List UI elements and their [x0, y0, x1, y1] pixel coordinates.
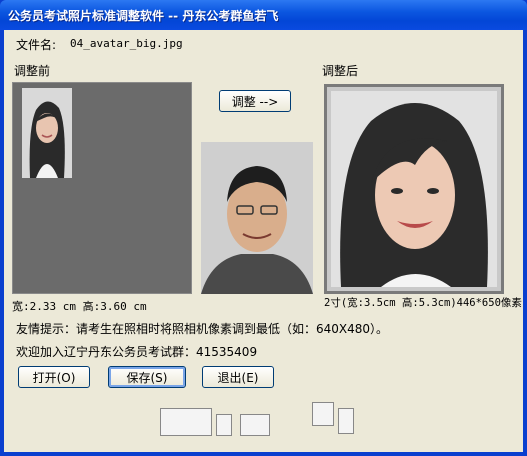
file-label: 文件名:: [16, 38, 57, 52]
page-icon: [216, 414, 232, 436]
after-label: 调整后: [322, 64, 359, 78]
before-thumbnail: [22, 88, 72, 178]
open-button[interactable]: 打开(O): [18, 366, 90, 388]
adjust-button[interactable]: 调整 -->: [219, 90, 291, 112]
save-button[interactable]: 保存(S): [108, 366, 186, 388]
folder-icon: [160, 408, 212, 436]
app-window: 公务员考试照片标准调整软件 -- 丹东公考群鱼若飞 文件名: 04_avatar…: [0, 0, 527, 456]
window-title: 公务员考试照片标准调整软件 -- 丹东公考群鱼若飞: [8, 9, 279, 23]
after-photo: [331, 91, 497, 287]
after-size-text: 2寸(宽:3.5cm 高:5.3cm)446*650像素: [324, 297, 522, 309]
after-preview-frame: [324, 84, 504, 294]
tip-line-2: 欢迎加入辽宁丹东公务员考试群：41535409: [16, 345, 258, 359]
document-icon: [338, 408, 354, 434]
tip-line-1: 友情提示：请考生在照相时将照相机像素调到最低（如：640X480）。: [16, 322, 389, 336]
window-icon: [240, 414, 270, 436]
file-name: 04_avatar_big.jpg: [70, 37, 183, 50]
title-bar[interactable]: 公务员考试照片标准调整软件 -- 丹东公考群鱼若飞: [0, 0, 527, 30]
before-label: 调整前: [14, 64, 51, 78]
exit-button[interactable]: 退出(E): [202, 366, 274, 388]
copy-icon: [312, 402, 334, 426]
client-area: 文件名: 04_avatar_big.jpg 调整前 调整后 调整 --> 宽:…: [4, 30, 523, 452]
before-preview-panel: [12, 82, 192, 294]
before-size-text: 宽:2.33 cm 高:3.60 cm: [12, 300, 147, 313]
sample-photo: [201, 142, 313, 294]
